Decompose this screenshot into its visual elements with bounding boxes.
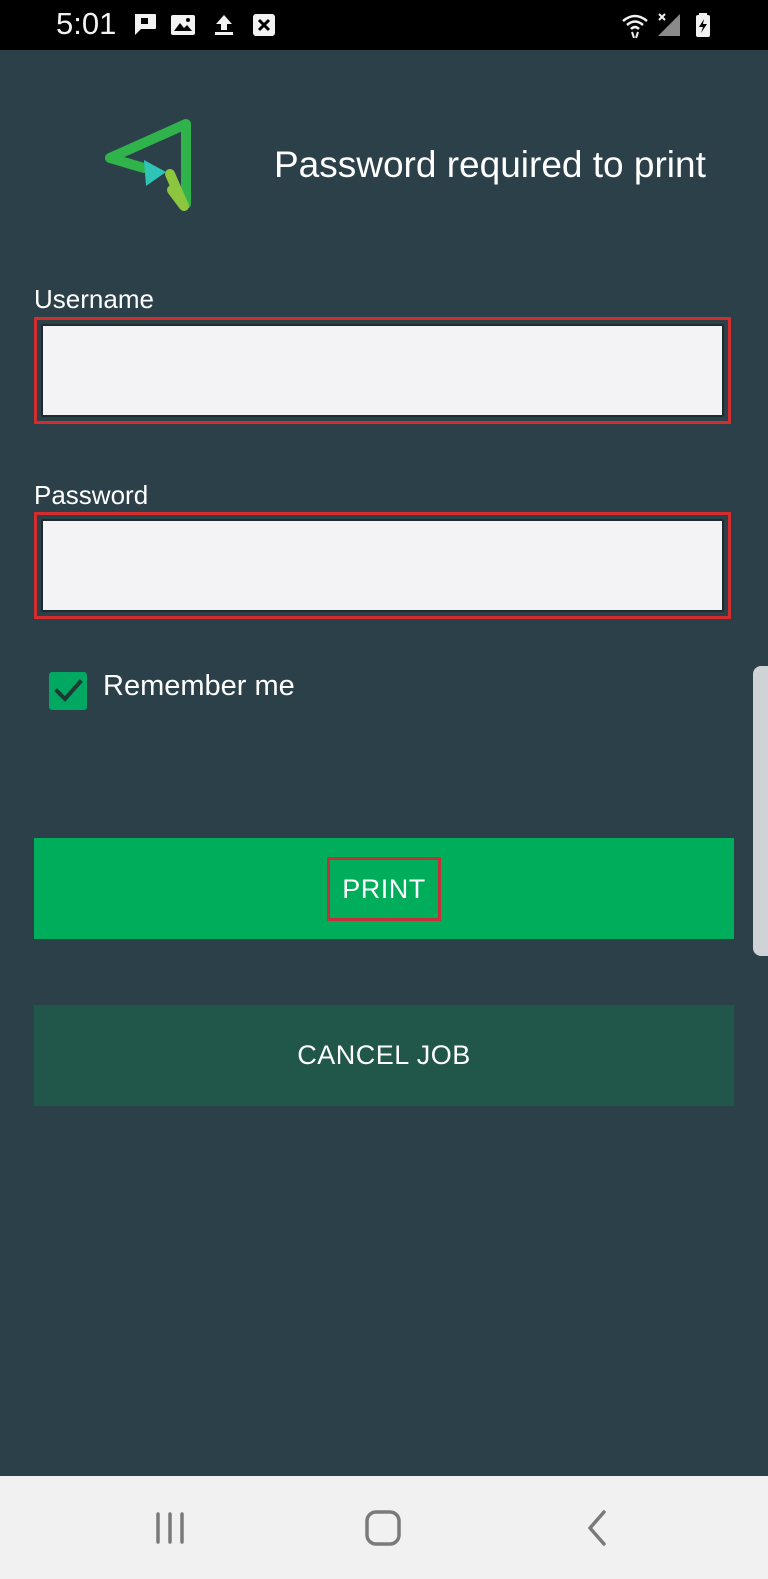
login-screen: Password required to print Username Pass… (0, 50, 768, 1476)
print-button[interactable]: PRINT (34, 838, 734, 939)
no-signal-icon (658, 13, 680, 36)
battery-charging-icon (696, 13, 710, 37)
remember-me-checkbox[interactable] (49, 672, 87, 710)
status-bar: 5:01 (0, 0, 768, 50)
username-field-highlight (34, 317, 731, 424)
username-input[interactable] (41, 324, 724, 417)
image-icon (171, 15, 195, 35)
back-icon[interactable] (570, 1500, 626, 1556)
checkmark-icon (54, 679, 83, 702)
cancel-job-button-label: CANCEL JOB (297, 1040, 471, 1070)
remember-me-label[interactable]: Remember me (103, 670, 295, 703)
password-field-highlight (34, 512, 731, 619)
app-logo (105, 119, 191, 211)
recent-apps-icon[interactable] (142, 1500, 198, 1556)
navigation-bar (0, 1476, 768, 1579)
print-button-label: PRINT (327, 856, 441, 921)
password-label: Password (34, 480, 149, 510)
page-title: Password required to print (274, 144, 706, 185)
username-label: Username (34, 284, 154, 314)
status-time: 5:01 (56, 6, 117, 41)
home-icon[interactable] (355, 1500, 411, 1556)
scroll-handle[interactable] (753, 666, 768, 956)
upload-icon (215, 15, 233, 35)
wifi-icon (622, 14, 648, 38)
close-box-icon (253, 14, 275, 36)
message-icon (135, 14, 156, 35)
password-input[interactable] (41, 519, 724, 612)
cancel-job-button[interactable]: CANCEL JOB (34, 1005, 734, 1106)
